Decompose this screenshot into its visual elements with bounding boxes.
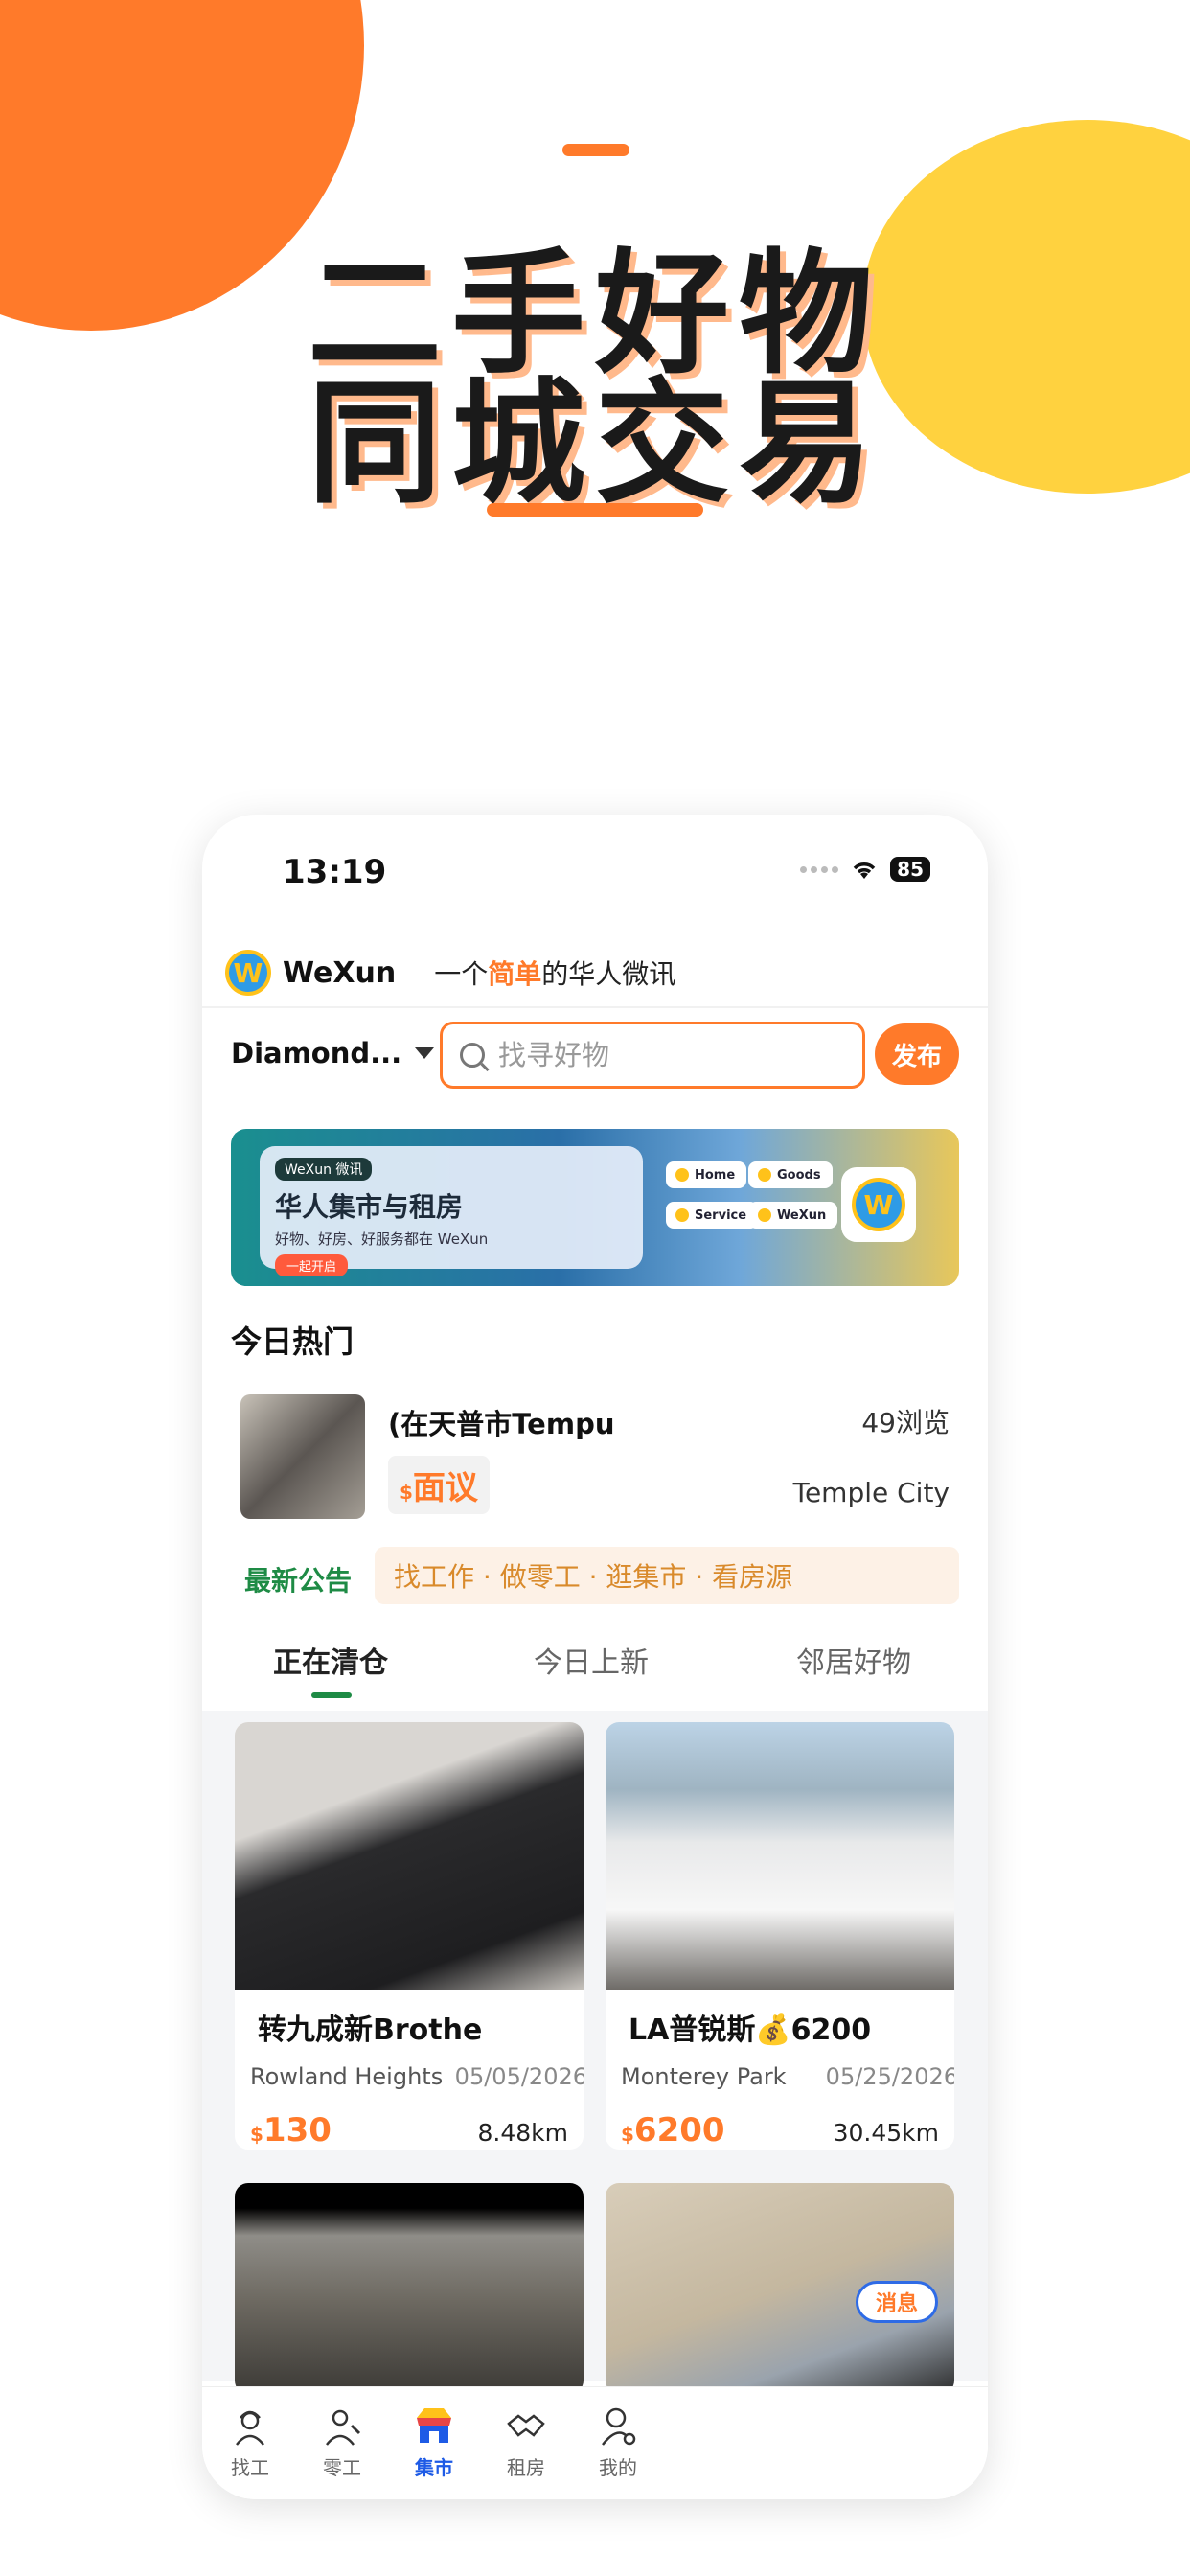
banner-subtitle: 好物、好房、好服务都在 WeXun	[275, 1230, 489, 1248]
listing-card[interactable]: LA普锐斯💰6200 Monterey Park 05/25/2026 $620…	[606, 1722, 954, 2150]
listing-location: Monterey Park	[621, 2063, 787, 2090]
profile-icon	[602, 2407, 636, 2446]
listing-price: $130	[250, 2111, 332, 2150]
listing-price: $6200	[621, 2111, 725, 2150]
hot-listing-city: Temple City	[792, 1477, 950, 1508]
tab-new-today[interactable]: 今日上新	[534, 1639, 649, 1681]
battery-icon: 85	[890, 857, 930, 882]
location-label: Diamond...	[231, 1037, 402, 1070]
listing-location: Rowland Heights	[250, 2063, 444, 2090]
listing-image-car	[606, 1722, 954, 1990]
banner-card: WeXun 微讯 华人集市与租房 好物、好房、好服务都在 WeXun 一起开启	[260, 1146, 643, 1276]
signal-icon	[800, 865, 839, 873]
banner-tag: WeXun 微讯	[275, 1158, 373, 1181]
app-store-screenshot: 二手好物 同城交易 13:19 85 W WeXun 一个简单的华人微讯 Dia…	[0, 0, 1190, 2576]
tab-clearance[interactable]: 正在清仓	[273, 1639, 388, 1681]
search-bar[interactable]	[440, 1022, 865, 1089]
hot-listing-image	[240, 1394, 365, 1519]
listing-meta: Monterey Park 05/25/2026	[621, 2063, 954, 2090]
brand-name: WeXun	[283, 955, 397, 990]
title-accent-top	[562, 144, 629, 156]
listing-image-kitchen	[235, 2183, 584, 2394]
tabbar-item-rent[interactable]: 租房	[478, 2404, 574, 2480]
listing-meta: Rowland Heights 05/05/2026	[250, 2063, 584, 2090]
wexun-logo-icon: W	[225, 950, 271, 996]
tabbar-item-profile[interactable]: 我的	[570, 2404, 666, 2480]
tabbar-item-find-work[interactable]: 找工	[202, 2404, 298, 2480]
caret-down-icon	[415, 1047, 435, 1059]
tabbar-label: 我的	[599, 2456, 637, 2479]
wifi-icon	[853, 862, 876, 879]
tab-neighbor-goods[interactable]: 邻居好物	[796, 1639, 911, 1681]
hot-listing-title: (在天普市Tempu	[388, 1408, 615, 1440]
listing-distance: 8.48km	[477, 2119, 569, 2147]
brand-slogan: 一个简单的华人微讯	[434, 958, 676, 990]
tabbar-label: 零工	[323, 2456, 361, 2479]
banner-logo-icon: W	[841, 1167, 916, 1242]
publish-button[interactable]: 发布	[875, 1024, 959, 1085]
location-selector[interactable]: Diamond...	[231, 1037, 435, 1070]
notice-label: 最新公告	[244, 1565, 353, 1597]
listing-distance: 30.45km	[833, 2119, 939, 2147]
tabbar-item-gig[interactable]: 零工	[294, 2404, 390, 2480]
worker-icon	[236, 2410, 264, 2446]
banner-chip-wexun: WeXun	[748, 1202, 838, 1229]
bottom-tab-bar: 找工 零工 集市 租房 我的	[202, 2386, 988, 2499]
hot-listing-price: $面议	[388, 1456, 490, 1514]
search-icon	[460, 1043, 485, 1068]
header-divider	[202, 1006, 988, 1008]
hot-listing-views: 49浏览	[861, 1407, 950, 1438]
listing-image-printer	[235, 1722, 584, 1990]
notice-marquee[interactable]: 找工作 · 做零工 · 逛集市 · 看房源	[375, 1547, 959, 1604]
phone-frame: 13:19 85 W WeXun 一个简单的华人微讯 Diamond... 发布	[202, 815, 988, 2499]
listing-title: 转九成新Brothe	[258, 2013, 483, 2047]
status-time: 13:19	[283, 853, 387, 891]
listing-bottom: $6200 30.45km	[621, 2111, 939, 2150]
feed-tabs: 正在清仓 今日上新 邻居好物	[202, 1629, 988, 1706]
handshake-icon	[507, 2414, 545, 2437]
tabbar-label: 集市	[415, 2456, 453, 2479]
banner-title: 华人集市与租房	[275, 1191, 464, 1223]
listing-date: 05/05/2026	[454, 2063, 584, 2090]
message-button[interactable]: 消息	[856, 2281, 938, 2323]
tabbar-label: 租房	[507, 2456, 545, 2479]
hot-section-title: 今日热门	[231, 1323, 355, 1360]
banner-chip-home: Home	[666, 1162, 747, 1188]
title-accent-bottom	[487, 503, 703, 517]
tab-active-indicator	[311, 1692, 352, 1698]
hot-listing[interactable]: (在天普市Tempu 49浏览 $面议 Temple City	[240, 1394, 950, 1519]
brand-header: W WeXun 一个简单的华人微讯	[225, 949, 675, 997]
hero-title-line2: 同城交易	[307, 366, 882, 522]
listing-card[interactable]: 转九成新Brothe Rowland Heights 05/05/2026 $1…	[235, 1722, 584, 2150]
listing-date: 05/25/2026	[825, 2063, 954, 2090]
tabbar-label: 找工	[231, 2456, 269, 2479]
banner-start-button[interactable]: 一起开启	[275, 1254, 349, 1276]
listing-title: LA普锐斯💰6200	[629, 2013, 872, 2047]
listing-card[interactable]	[235, 2183, 584, 2394]
repairman-icon	[326, 2409, 361, 2446]
banner-chip-service: Service	[666, 1202, 759, 1229]
promo-banner[interactable]: WeXun 微讯 华人集市与租房 好物、好房、好服务都在 WeXun 一起开启 …	[231, 1129, 959, 1286]
status-icons: 85	[800, 857, 930, 882]
banner-chip-goods: Goods	[748, 1162, 833, 1188]
market-icon	[417, 2408, 451, 2443]
listing-bottom: $130 8.48km	[250, 2111, 568, 2150]
search-input[interactable]	[498, 1039, 843, 1071]
tabbar-item-market[interactable]: 集市	[386, 2404, 482, 2480]
